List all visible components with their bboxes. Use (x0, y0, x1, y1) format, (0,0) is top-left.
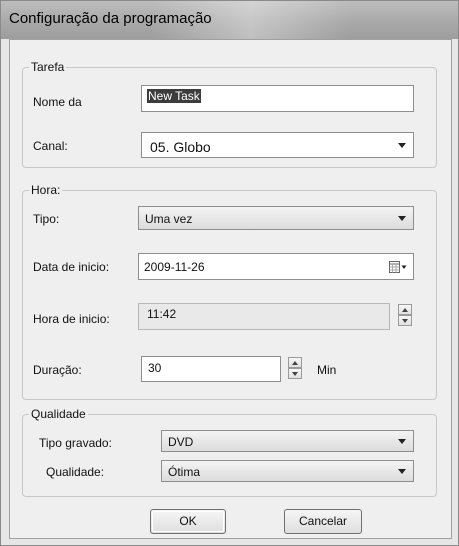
duration-spinner[interactable] (288, 357, 302, 379)
task-group-label: Tarefa (29, 60, 67, 74)
calendar-icon[interactable] (389, 261, 407, 273)
chevron-down-icon (398, 216, 406, 221)
record-type-value: DVD (168, 435, 194, 449)
record-type-label: Tipo gravado: (39, 436, 112, 450)
task-name-input[interactable]: New Task (141, 85, 414, 112)
task-name-label: Nome da (33, 95, 82, 109)
spin-up-icon[interactable] (288, 357, 302, 368)
start-date-picker[interactable]: 2009-11-26 (138, 253, 414, 280)
duration-unit: Min (317, 363, 337, 377)
start-date-label: Data de inicio: (33, 260, 110, 274)
time-group-label: Hora: (29, 183, 63, 197)
spin-down-icon[interactable] (398, 315, 412, 326)
cancel-button[interactable]: Cancelar (284, 509, 362, 534)
type-label: Tipo: (33, 212, 60, 226)
start-date-value: 2009-11-26 (144, 260, 205, 274)
duration-input[interactable]: 30 (141, 356, 281, 382)
dialog-body: Tarefa Nome da New Task Canal: 05. Globo… (9, 39, 452, 539)
quality-select[interactable]: Ótima (161, 460, 414, 482)
title-bar[interactable]: Configuração da programação (1, 1, 458, 39)
quality-label: Qualidade: (46, 465, 105, 479)
record-type-select[interactable]: DVD (161, 430, 414, 452)
duration-value: 30 (148, 361, 162, 375)
ok-button[interactable]: OK (150, 509, 226, 534)
start-time-label: Hora de inicio: (33, 312, 110, 326)
schedule-dialog: Configuração da programação Tarefa Nome … (0, 0, 459, 546)
cancel-button-label: Cancelar (298, 514, 348, 528)
task-name-value: New Task (147, 89, 201, 103)
quality-group-label: Qualidade (29, 407, 88, 421)
start-time-input[interactable]: 11:42 (138, 303, 390, 330)
type-select[interactable]: Uma vez (138, 206, 414, 230)
type-value: Uma vez (145, 212, 193, 226)
ok-button-label: OK (179, 514, 197, 528)
chevron-down-icon (398, 143, 406, 148)
spin-up-icon[interactable] (398, 304, 412, 315)
window-title: Configuração da programação (9, 10, 212, 27)
quality-value: Ótima (168, 465, 201, 479)
start-time-spinner[interactable] (398, 304, 412, 326)
quality-group (22, 414, 437, 497)
chevron-down-icon (398, 469, 406, 474)
spin-down-icon[interactable] (288, 368, 302, 379)
channel-value: 05. Globo (150, 139, 211, 155)
channel-label: Canal: (33, 139, 68, 153)
start-time-value: 11:42 (147, 307, 177, 321)
channel-select[interactable]: 05. Globo (141, 132, 414, 158)
duration-label: Duração: (33, 363, 82, 377)
chevron-down-icon (398, 439, 406, 444)
